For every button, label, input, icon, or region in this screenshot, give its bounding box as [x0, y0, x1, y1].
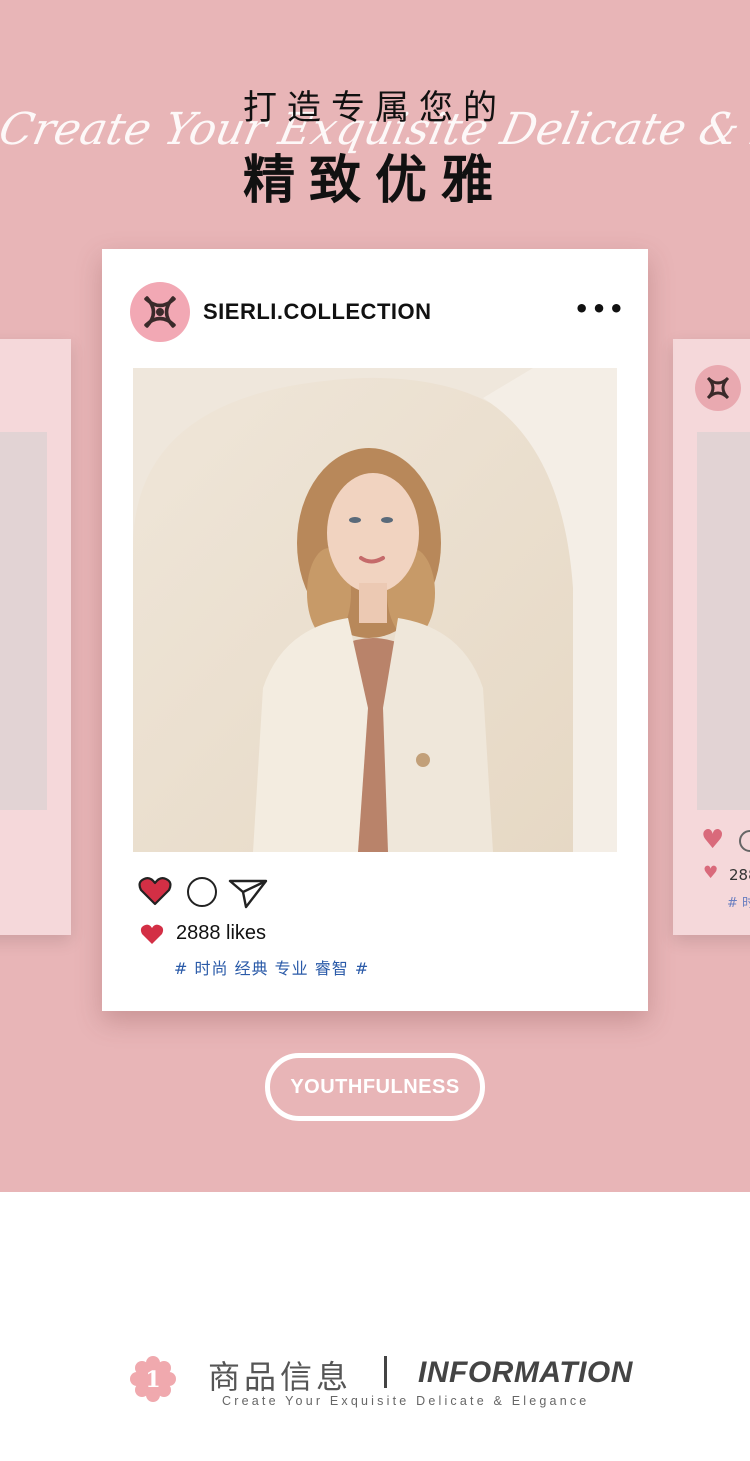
- side-card-left[interactable]: [0, 339, 71, 935]
- post-tags[interactable]: # 时尚 经典 专业 睿智 #: [174, 955, 369, 979]
- side-card-tags: # 时: [727, 896, 750, 911]
- badge-number: 1: [145, 1367, 160, 1393]
- title-big: 精致优雅: [242, 151, 507, 211]
- post-username[interactable]: SIERLI.COLLECTION: [203, 299, 432, 325]
- info-title-en: INFORMATION: [418, 1356, 633, 1389]
- brand-logo-icon: [144, 296, 176, 328]
- post-photo[interactable]: [133, 368, 617, 852]
- hero-section: Create Your Exquisite Delicate & Eleganc…: [0, 0, 750, 1192]
- side-card-avatar: [695, 365, 741, 411]
- model-photo-illustration: [133, 368, 617, 852]
- likes-count[interactable]: 2888 likes: [176, 922, 266, 945]
- info-title-cn: 商品信息: [208, 1358, 353, 1396]
- brand-logo-icon: [706, 376, 730, 400]
- heart-icon[interactable]: [138, 876, 172, 906]
- send-icon[interactable]: [228, 877, 268, 909]
- post-card: SIERLI.COLLECTION ••• 2888 likes # 时尚 经典…: [102, 249, 648, 1011]
- more-icon[interactable]: •••: [574, 297, 626, 321]
- comment-icon: [739, 830, 750, 852]
- side-card-likes: 288: [729, 866, 750, 884]
- side-card-image: [0, 432, 47, 810]
- likes-heart-icon: [140, 924, 164, 944]
- likes-heart-icon: ♥: [703, 863, 719, 883]
- number-badge-icon: 1: [130, 1356, 176, 1402]
- side-card-right[interactable]: ♥ ♥ 288 # 时: [673, 339, 750, 935]
- title-small: 打造专属您的: [243, 88, 507, 128]
- comment-icon[interactable]: [187, 877, 217, 907]
- avatar[interactable]: [130, 282, 190, 342]
- info-divider: [384, 1356, 387, 1388]
- youthfulness-pill[interactable]: YOUTHFULNESS: [265, 1053, 485, 1121]
- heart-icon: ♥: [701, 825, 725, 855]
- info-subtitle: Create Your Exquisite Delicate & Eleganc…: [222, 1394, 590, 1408]
- side-card-image: [697, 432, 750, 810]
